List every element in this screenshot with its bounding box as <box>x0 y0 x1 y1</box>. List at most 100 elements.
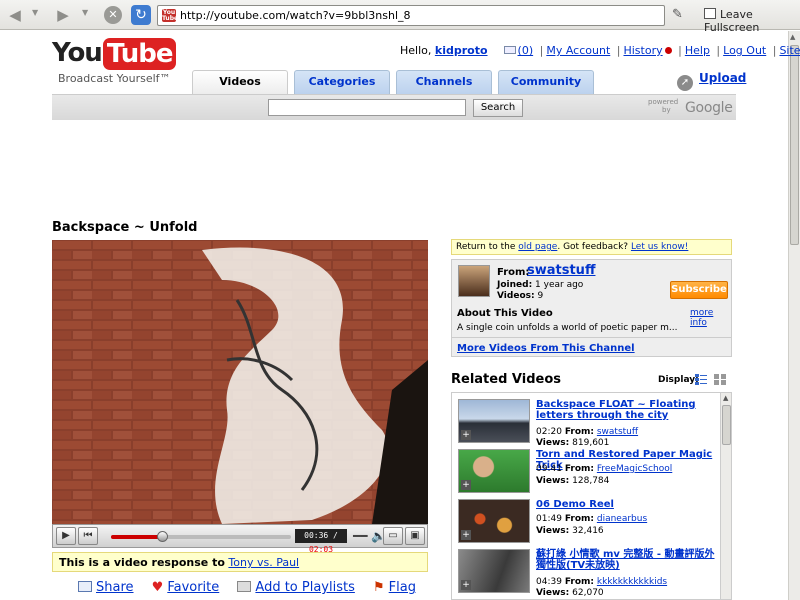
url-bar[interactable]: You Tube http://youtube.com/watch?v=9bbl… <box>157 5 665 26</box>
scroll-up-arrow-icon[interactable]: ▲ <box>723 394 728 402</box>
site-link[interactable]: Site: <box>779 44 800 57</box>
logo-tube: Tube <box>102 38 177 70</box>
add-to-quicklist-icon[interactable]: + <box>461 530 471 540</box>
tools-icon[interactable]: ✎ <box>672 7 683 22</box>
youtube-logo[interactable]: You Tube <box>52 38 177 70</box>
related-author-link[interactable]: kkkkkkkkkkkids <box>597 577 667 587</box>
browser-toolbar: ◀ ▼ ▶ ▼ ✕ ↻ You Tube http://youtube.com/… <box>0 0 800 34</box>
list-item[interactable]: + 06 Demo Reel 01:49 From: dianearbus Vi… <box>458 499 718 547</box>
display-label: Display: <box>658 375 699 385</box>
powered-text: powered <box>648 98 679 106</box>
related-views-label: Views: <box>536 438 570 448</box>
grid-view-icon[interactable] <box>714 374 726 385</box>
related-meta: 04:39 From: kkkkkkkkkkkids <box>536 577 667 587</box>
related-meta: 09:41 From: FreeMagicSchool <box>536 464 672 474</box>
progress-bar[interactable] <box>111 531 291 542</box>
popout-icon[interactable]: ▭ <box>383 527 403 545</box>
response-link[interactable]: Tony vs. Paul <box>228 556 299 569</box>
more-videos-from-channel-link[interactable]: More Videos From This Channel <box>457 343 635 354</box>
back-dropdown-icon[interactable]: ▼ <box>32 8 38 17</box>
forward-dropdown-icon[interactable]: ▼ <box>82 8 88 17</box>
page-scrollbar[interactable]: ▲ <box>788 31 800 600</box>
let-us-know-link[interactable]: Let us know! <box>631 242 688 252</box>
logout-link[interactable]: Log Out <box>723 44 766 57</box>
list-view-icon[interactable] <box>695 374 707 385</box>
play-icon[interactable]: ▶ <box>56 527 76 545</box>
channel-avatar[interactable] <box>458 265 490 297</box>
powered-by-label: powered by <box>648 98 678 114</box>
joined-label: Joined: <box>497 280 533 290</box>
related-title-link[interactable]: 06 Demo Reel <box>536 499 722 510</box>
progress-fill <box>111 535 164 539</box>
list-item[interactable]: + Backspace FLOAT ~ Floating letters thr… <box>458 399 718 448</box>
upload-label[interactable]: Upload <box>699 71 746 85</box>
search-input[interactable] <box>268 99 466 116</box>
add-to-quicklist-icon[interactable]: + <box>461 480 471 490</box>
related-meta: 02:20 From: swatstuff <box>536 427 638 437</box>
related-title-link[interactable]: Backspace FLOAT ~ Floating letters throu… <box>536 399 722 421</box>
more-info-link[interactable]: more info <box>690 308 731 328</box>
player-controls: ▶ ⏮ 00:36 / 02:03 ━━ 🔈 ▭ ▣ <box>52 524 428 554</box>
related-scrollbar[interactable]: ▲ <box>720 393 731 599</box>
subscribe-button[interactable]: Subscribe <box>670 281 728 299</box>
time-current: 00:36 <box>304 531 329 540</box>
upload-arrow-icon: ➚ <box>677 75 693 91</box>
about-video-text: A single coin unfolds a world of poetic … <box>457 323 678 333</box>
related-thumbnail[interactable]: + <box>458 399 530 443</box>
related-thumbnail[interactable]: + <box>458 499 530 543</box>
help-link[interactable]: Help <box>685 44 710 57</box>
videos-label: Videos: <box>497 291 535 301</box>
related-views-value: 62,070 <box>572 588 604 598</box>
add-to-quicklist-icon[interactable]: + <box>461 430 471 440</box>
related-views-value: 32,416 <box>572 526 604 536</box>
favorite-link[interactable]: Favorite <box>167 580 219 595</box>
inbox-count-link[interactable]: (0) <box>518 44 534 57</box>
add-to-quicklist-icon[interactable]: + <box>461 580 471 590</box>
related-author-link[interactable]: FreeMagicSchool <box>597 464 672 474</box>
related-scrollbar-thumb[interactable] <box>722 405 731 445</box>
my-account-link[interactable]: My Account <box>546 44 610 57</box>
previous-icon[interactable]: ⏮ <box>78 527 98 545</box>
back-arrow-icon[interactable]: ◀ <box>6 6 24 24</box>
page-scrollbar-thumb[interactable] <box>790 45 799 245</box>
video-actions: Share ♥ Favorite Add to Playlists ⚑ Flag <box>78 580 430 595</box>
channel-name-link[interactable]: swatstuff <box>527 263 595 278</box>
tab-channels[interactable]: Channels <box>396 70 492 94</box>
forward-arrow-icon[interactable]: ▶ <box>54 6 72 24</box>
old-page-link[interactable]: old page <box>518 242 557 252</box>
video-player[interactable] <box>52 240 428 524</box>
upload-link[interactable]: ➚ Upload <box>677 71 746 91</box>
related-title-link[interactable]: 蘇打綠 小情歌 mv 完整版 - 動畫評版外 獨性版(TV未放映) <box>536 549 722 571</box>
related-from-label: From: <box>564 514 594 524</box>
reload-icon[interactable]: ↻ <box>131 5 151 25</box>
notice-feedback-prefix: . Got feedback? <box>557 242 629 252</box>
fullscreen-icon <box>704 8 716 19</box>
search-button[interactable]: Search <box>473 99 523 117</box>
divider <box>452 337 731 338</box>
related-thumbnail[interactable]: + <box>458 449 530 493</box>
add-to-playlists-link[interactable]: Add to Playlists <box>255 580 354 595</box>
tab-community[interactable]: Community <box>498 70 594 94</box>
volume-icon[interactable]: ━━ 🔈 <box>353 529 386 543</box>
tab-categories[interactable]: Categories <box>294 70 390 94</box>
stop-icon[interactable]: ✕ <box>104 6 122 24</box>
related-author-link[interactable]: dianearbus <box>597 514 647 524</box>
mail-icon[interactable] <box>503 46 516 54</box>
related-thumbnail[interactable]: + <box>458 549 530 593</box>
progress-knob[interactable] <box>157 531 169 542</box>
flag-link[interactable]: Flag <box>389 580 416 595</box>
about-video-label: About This Video <box>457 308 553 319</box>
fullscreen-toggle-icon[interactable]: ▣ <box>405 527 425 545</box>
list-item[interactable]: + Torn and Restored Paper Magic Trick 09… <box>458 449 718 497</box>
url-text[interactable]: http://youtube.com/watch?v=9bbl3nshl_8 <box>180 9 411 22</box>
related-duration: 01:49 <box>536 514 562 524</box>
related-author-link[interactable]: swatstuff <box>597 427 638 437</box>
leave-fullscreen-button[interactable]: Leave Fullscreen <box>704 8 800 34</box>
related-from-label: From: <box>564 464 594 474</box>
tab-videos[interactable]: Videos <box>192 70 288 95</box>
username-link[interactable]: kidproto <box>435 44 488 57</box>
share-link[interactable]: Share <box>96 580 134 595</box>
scroll-up-arrow-icon[interactable]: ▲ <box>790 33 795 41</box>
history-link[interactable]: History <box>623 44 662 57</box>
list-item[interactable]: + 蘇打綠 小情歌 mv 完整版 - 動畫評版外 獨性版(TV未放映) 04:3… <box>458 549 718 598</box>
